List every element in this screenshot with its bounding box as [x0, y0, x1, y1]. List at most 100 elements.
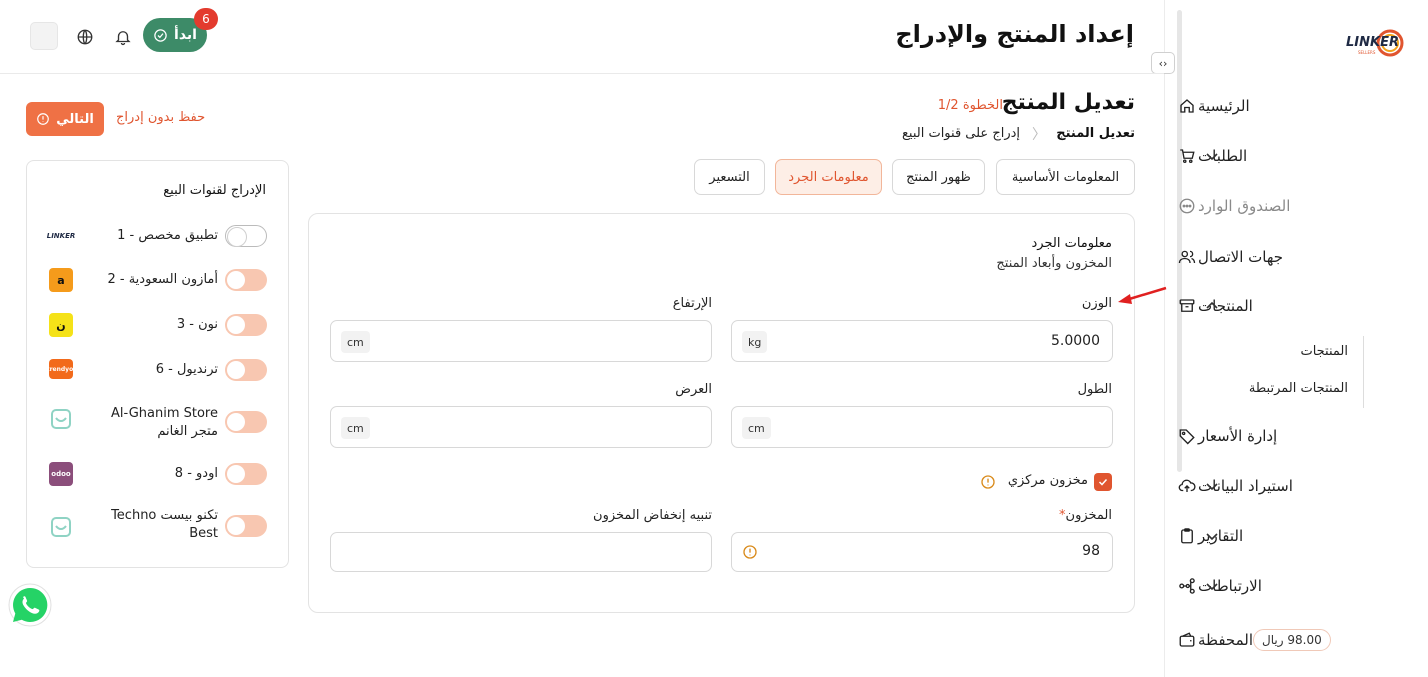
stock-input[interactable]: 98 — [731, 532, 1113, 572]
users-icon — [1176, 246, 1198, 268]
sidebar-subitem-products[interactable]: المنتجات — [1300, 344, 1348, 359]
channel-label: تطبيق مخصص - 1 — [117, 228, 218, 243]
width-input[interactable]: cm — [330, 406, 712, 448]
channel-label: تكنو بيست Techno Best — [111, 508, 218, 541]
noon-logo: ن — [49, 313, 73, 337]
next-button[interactable]: التالي — [26, 102, 104, 136]
sidebar-item-label: إدارة الأسعار — [1198, 427, 1278, 445]
sidebar-item-label: الصندوق الوارد — [1198, 197, 1291, 215]
sidebar-item-reports[interactable]: التقارير — [1164, 516, 1428, 556]
central-stock-label: مخزون مركزي — [1007, 473, 1088, 488]
weight-label: الوزن — [1081, 296, 1112, 311]
language-button[interactable] — [72, 24, 98, 50]
stock-value: 98 — [1082, 543, 1100, 559]
tab-inventory-info[interactable]: معلومات الجرد — [775, 159, 882, 195]
tab-basic-info[interactable]: المعلومات الأساسية — [996, 159, 1135, 195]
channel-label: Al-Ghanim Store متجر الغانم — [111, 406, 218, 439]
tab-product-visibility[interactable]: ظهور المنتج — [892, 159, 985, 195]
amazon-logo: a — [49, 268, 73, 292]
avatar[interactable] — [30, 22, 58, 50]
linker-channel-logo: LINKER — [46, 232, 76, 240]
channel-label: أمازون السعودية - 2 — [107, 272, 218, 287]
section-title: معلومات الجرد — [1031, 236, 1112, 251]
globe-icon — [77, 29, 93, 45]
channel-toggle[interactable] — [225, 269, 267, 291]
central-stock-checkbox[interactable] — [1094, 473, 1112, 491]
sidebar-item-home[interactable]: الرئيسية — [1164, 86, 1428, 126]
check-circle-icon — [154, 28, 167, 42]
integration-icon — [1176, 575, 1198, 597]
chevron-up-icon[interactable] — [1204, 298, 1220, 314]
sales-channels-card: الإدراج لقنوات البيع تطبيق مخصص - 1 LINK… — [26, 160, 289, 568]
wallet-icon — [1176, 629, 1198, 651]
whatsapp-icon[interactable] — [7, 582, 53, 628]
chevron-down-icon[interactable] — [1204, 528, 1220, 544]
sidebar-item-pricing[interactable]: إدارة الأسعار — [1164, 416, 1428, 456]
weight-input[interactable]: kg 5.0000 — [731, 320, 1113, 362]
save-without-listing-link[interactable]: حفظ بدون إدراج — [116, 110, 205, 125]
sidebar-item-label: جهات الاتصال — [1198, 248, 1284, 266]
submenu-divider — [1363, 336, 1364, 408]
chevron-down-icon[interactable] — [1204, 578, 1220, 594]
sidebar-item-label: المحفظة — [1198, 631, 1254, 649]
sidebar: LINKER SELLERS الرئيسية الطلبات الصندوق … — [1164, 0, 1428, 677]
height-label: الإرتفاع — [672, 296, 712, 311]
height-input[interactable]: cm — [330, 320, 712, 362]
svg-text:LINKER: LINKER — [1346, 35, 1399, 50]
wallet-balance-badge: 98.00 ريال — [1253, 629, 1331, 651]
svg-text:SELLERS: SELLERS — [1358, 50, 1376, 55]
start-label: ابدأ — [174, 27, 197, 43]
sidebar-item-contacts[interactable]: جهات الاتصال — [1164, 237, 1428, 277]
tag-icon — [1176, 425, 1198, 447]
cart-icon — [1176, 145, 1198, 167]
channel-label: اودو - 8 — [174, 466, 218, 481]
edit-product-title: تعديل المنتج — [1001, 90, 1135, 115]
chevron-down-icon[interactable] — [1204, 478, 1220, 494]
channel-toggle[interactable] — [225, 515, 267, 537]
bell-icon — [115, 31, 131, 46]
channel-label: نون - 3 — [176, 317, 218, 332]
stock-label: المخزون* — [1059, 508, 1112, 523]
trendyol-logo: trendyol — [47, 359, 75, 379]
warning-icon — [743, 545, 757, 559]
tab-pricing[interactable]: التسعير — [694, 159, 765, 195]
channel-toggle[interactable] — [225, 225, 267, 247]
length-label: الطول — [1077, 382, 1112, 397]
info-icon[interactable] — [980, 474, 996, 490]
width-unit: cm — [341, 417, 370, 439]
sidebar-item-integrations[interactable]: الارتباطات — [1164, 566, 1428, 606]
store-bag-icon — [51, 517, 71, 537]
home-icon — [1176, 95, 1198, 117]
channels-title: الإدراج لقنوات البيع — [163, 183, 266, 198]
length-unit: cm — [742, 417, 771, 439]
chat-icon — [1176, 195, 1198, 217]
breadcrumb-next[interactable]: إدراج على قنوات البيع — [902, 126, 1020, 141]
clipboard-icon — [1176, 525, 1198, 547]
check-icon — [1098, 478, 1108, 486]
notifications-button[interactable] — [110, 24, 136, 50]
step-indicator: الخطوة 1/2 — [937, 98, 1003, 113]
channel-label: ترنديول - 6 — [155, 362, 218, 377]
upload-cloud-icon — [1176, 475, 1198, 497]
channel-toggle[interactable] — [225, 314, 267, 336]
odoo-logo: odoo — [49, 462, 73, 486]
linker-logo: LINKER SELLERS — [1346, 29, 1404, 57]
chevron-down-icon[interactable] — [1204, 148, 1220, 164]
sidebar-item-products[interactable]: المنتجات — [1164, 286, 1428, 326]
top-header: إعداد المنتج والإدراج ابدأ 6 — [0, 0, 1164, 74]
length-input[interactable]: cm — [731, 406, 1113, 448]
channel-toggle[interactable] — [225, 463, 267, 485]
channel-toggle[interactable] — [225, 359, 267, 381]
next-label: التالي — [56, 111, 94, 127]
sidebar-subitem-linked-products[interactable]: المنتجات المرتبطة — [1249, 381, 1348, 396]
low-stock-alert-label: تنبيه إنخفاض المخزون — [593, 508, 712, 523]
page-title: إعداد المنتج والإدراج — [895, 20, 1134, 48]
inventory-form-card: معلومات الجرد المخزون وأبعاد المنتج الوز… — [308, 213, 1135, 613]
low-stock-alert-input[interactable] — [330, 532, 712, 572]
channel-toggle[interactable] — [225, 411, 267, 433]
sidebar-item-inbox[interactable]: الصندوق الوارد — [1164, 186, 1428, 226]
sidebar-item-import[interactable]: استيراد البيانات — [1164, 466, 1428, 506]
sidebar-item-orders[interactable]: الطلبات — [1164, 136, 1428, 176]
weight-unit: kg — [742, 331, 768, 353]
sidebar-item-wallet[interactable]: المحفظة 98.00 ريال — [1164, 620, 1428, 660]
